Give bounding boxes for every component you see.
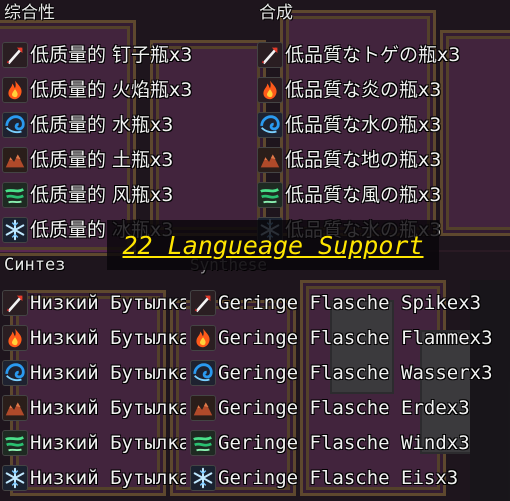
language-support-banner: 22 Langueage Support	[107, 220, 439, 270]
water-icon	[2, 360, 28, 386]
item-label: Geringe Flasche Wasserx3	[218, 362, 493, 384]
spike-icon	[257, 42, 283, 68]
item-label: 低品質な炎の瓶x3	[285, 79, 442, 101]
water-icon	[257, 112, 283, 138]
item-label: Geringe Flasche Windx3	[218, 432, 470, 454]
flame-icon	[257, 77, 283, 103]
flame-icon	[190, 325, 216, 351]
water-icon	[2, 112, 28, 138]
panel-title-zh: 综合性	[4, 3, 55, 23]
item-row-de-3[interactable]: Geringe Flasche Erdex3	[190, 391, 508, 425]
item-label: 低质量的 水瓶x3	[30, 114, 174, 136]
item-row-de-5[interactable]: Geringe Flasche Eisx3	[190, 461, 508, 495]
item-label: Низкий Бутылка	[30, 362, 186, 384]
item-row-ru-3[interactable]: Низкий Бутылка	[2, 391, 186, 425]
item-label: 低质量的 火焰瓶x3	[30, 79, 193, 101]
banner-text: 22 Langueage Support	[122, 230, 424, 260]
item-label: Низкий Бутылка	[30, 467, 186, 489]
item-label: Geringe Flasche Erdex3	[218, 397, 470, 419]
item-row-ru-4[interactable]: Низкий Бутылка	[2, 426, 186, 460]
item-label: Geringe Flasche Flammex3	[218, 327, 493, 349]
spike-icon	[190, 290, 216, 316]
item-row-ja-4[interactable]: 低品質な風の瓶x3	[257, 178, 508, 212]
water-icon	[190, 360, 216, 386]
flame-icon	[2, 77, 28, 103]
spike-icon	[2, 290, 28, 316]
flame-icon	[2, 325, 28, 351]
item-row-ja-3[interactable]: 低品質な地の瓶x3	[257, 143, 508, 177]
item-label: 低品質な地の瓶x3	[285, 149, 442, 171]
item-row-ru-1[interactable]: Низкий Бутылка	[2, 321, 186, 355]
wind-icon	[2, 182, 28, 208]
ice-icon	[190, 465, 216, 491]
item-row-ru-2[interactable]: Низкий Бутылка	[2, 356, 186, 390]
spike-icon	[2, 42, 28, 68]
item-row-ru-5[interactable]: Низкий Бутылка	[2, 461, 186, 495]
ice-icon	[2, 217, 28, 243]
item-row-de-1[interactable]: Geringe Flasche Flammex3	[190, 321, 508, 355]
ice-icon	[2, 465, 28, 491]
item-row-de-2[interactable]: Geringe Flasche Wasserx3	[190, 356, 508, 390]
item-label: 低品質な水の瓶x3	[285, 114, 442, 136]
item-label: Geringe Flasche Eisx3	[218, 467, 459, 489]
item-row-ru-0[interactable]: Низкий Бутылка	[2, 286, 186, 320]
item-label: 低质量的 钉子瓶x3	[30, 44, 193, 66]
item-row-ja-2[interactable]: 低品質な水の瓶x3	[257, 108, 508, 142]
earth-icon	[2, 147, 28, 173]
item-label: 低品質なトゲの瓶x3	[285, 44, 461, 66]
item-label: Низкий Бутылка	[30, 292, 186, 314]
item-label: Низкий Бутылка	[30, 397, 186, 419]
item-row-ja-1[interactable]: 低品質な炎の瓶x3	[257, 73, 508, 107]
item-label: Geringe Flasche Spikex3	[218, 292, 482, 314]
item-row-zh-4[interactable]: 低质量的 风瓶x3	[2, 178, 251, 212]
wind-icon	[190, 430, 216, 456]
item-label: Низкий Бутылка	[30, 327, 186, 349]
item-row-zh-2[interactable]: 低质量的 水瓶x3	[2, 108, 251, 142]
item-row-zh-1[interactable]: 低质量的 火焰瓶x3	[2, 73, 251, 107]
earth-icon	[190, 395, 216, 421]
item-label: Низкий Бутылка	[30, 432, 186, 454]
item-row-ja-0[interactable]: 低品質なトゲの瓶x3	[257, 38, 508, 72]
item-label: 低质量的 风瓶x3	[30, 184, 174, 206]
panel-title-ja: 合成	[259, 3, 293, 23]
earth-icon	[257, 147, 283, 173]
item-label: 低品質な風の瓶x3	[285, 184, 442, 206]
item-row-de-0[interactable]: Geringe Flasche Spikex3	[190, 286, 508, 320]
item-label: 低质量的 土瓶x3	[30, 149, 174, 171]
wind-icon	[2, 430, 28, 456]
item-row-zh-0[interactable]: 低质量的 钉子瓶x3	[2, 38, 251, 72]
item-row-de-4[interactable]: Geringe Flasche Windx3	[190, 426, 508, 460]
wind-icon	[257, 182, 283, 208]
panel-title-ru: Синтез	[4, 255, 66, 275]
earth-icon	[2, 395, 28, 421]
item-row-zh-3[interactable]: 低质量的 土瓶x3	[2, 143, 251, 177]
